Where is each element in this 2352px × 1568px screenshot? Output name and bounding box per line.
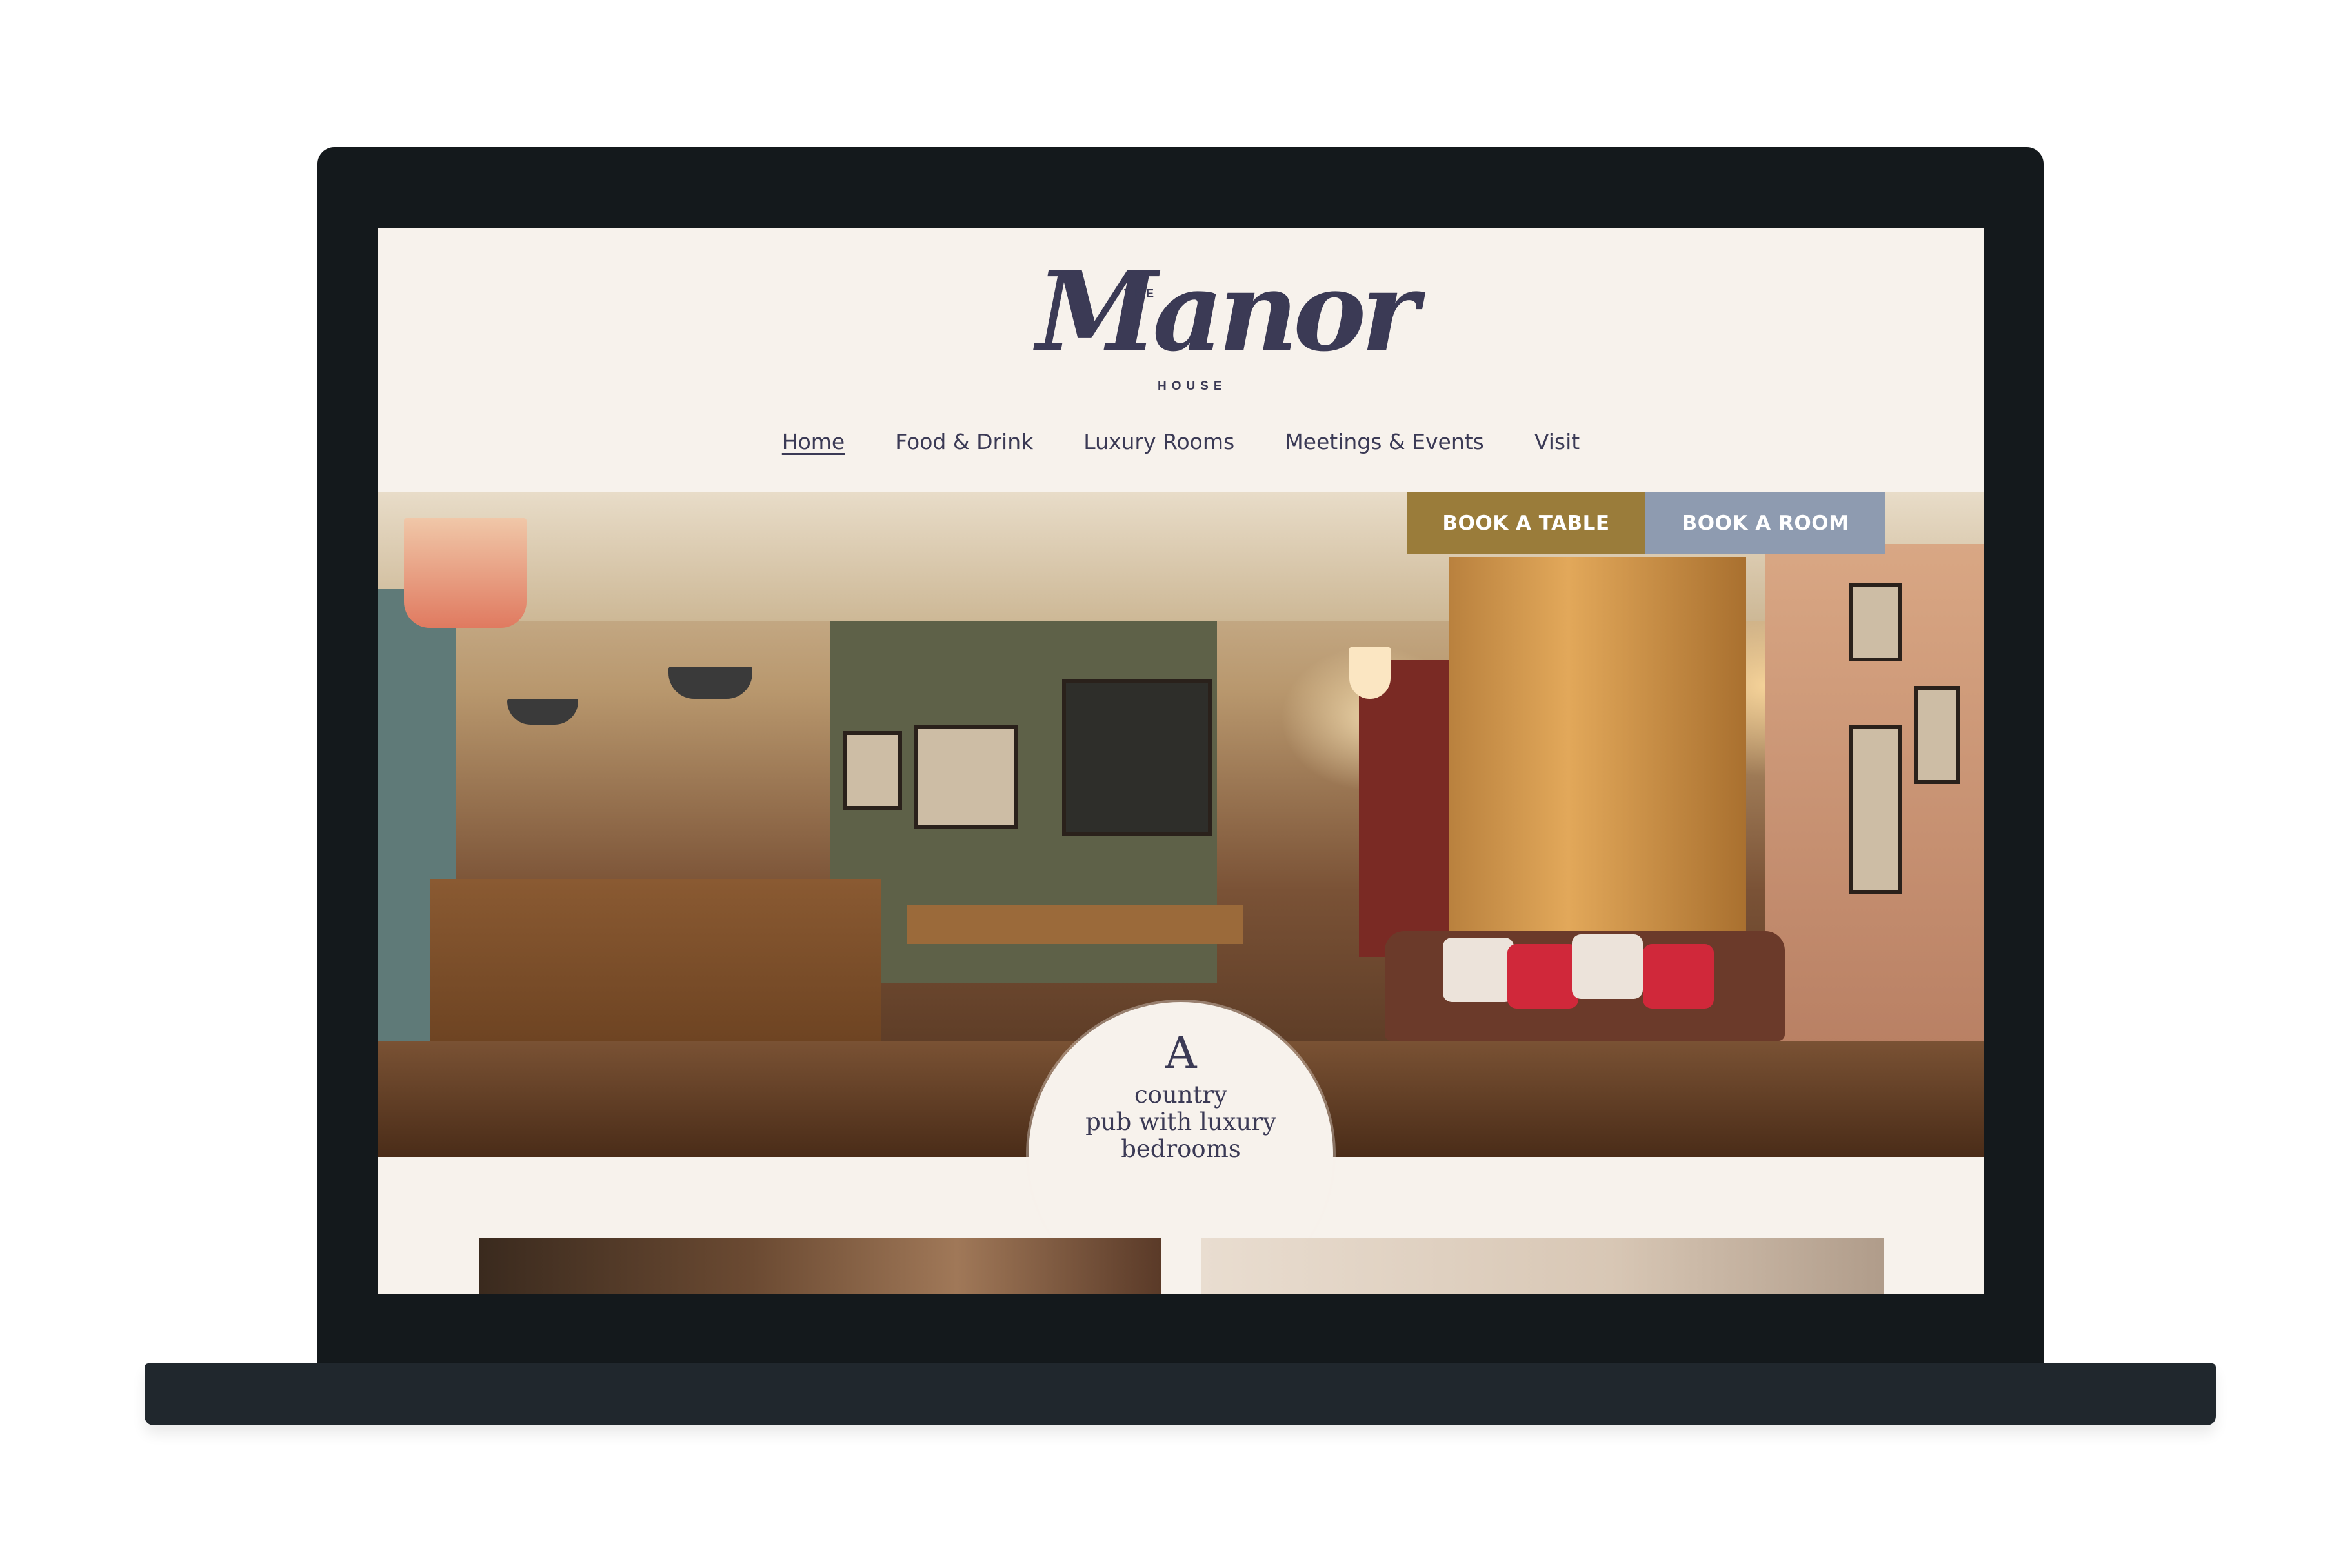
cushion — [1507, 944, 1578, 1009]
chalkboard — [1062, 679, 1212, 836]
main-navigation: Home Food & Drink Luxury Rooms Meetings … — [378, 429, 1984, 454]
pendant-lamp — [1349, 647, 1391, 699]
wall-lamp — [404, 518, 527, 628]
mirror-frame — [914, 725, 1018, 829]
cushion — [1643, 944, 1714, 1009]
logo-the: THE — [1124, 287, 1157, 300]
website-screen: Manor THE HOUSE Home Food & Drink Luxury… — [378, 228, 1984, 1294]
manor-house-logo[interactable]: Manor THE HOUSE — [1036, 257, 1419, 431]
tagline-bedrooms: bedrooms — [1121, 1135, 1241, 1163]
picture-frame — [843, 731, 902, 810]
high-table — [907, 905, 1243, 944]
logo-house: HOUSE — [1158, 379, 1227, 393]
rooms-thumbnail[interactable] — [1201, 1238, 1884, 1294]
book-room-button[interactable]: BOOK A ROOM — [1645, 492, 1885, 554]
picture-frame — [1914, 686, 1960, 784]
leather-sofa — [1385, 931, 1785, 1041]
nav-luxury-rooms[interactable]: Luxury Rooms — [1083, 429, 1234, 454]
pendant-lamp — [507, 699, 578, 725]
tagline-a: A — [1165, 1028, 1197, 1079]
food-drink-thumbnail[interactable] — [479, 1238, 1161, 1294]
cushion — [1572, 934, 1643, 999]
laptop-base — [145, 1363, 2216, 1425]
tagline-pub: pub with luxury — [1085, 1108, 1276, 1136]
logo-wordmark: Manor — [1036, 247, 1419, 376]
pendant-lamp — [668, 667, 752, 699]
nav-food-drink[interactable]: Food & Drink — [895, 429, 1033, 454]
nav-meetings-events[interactable]: Meetings & Events — [1285, 429, 1484, 454]
picture-frame — [1849, 583, 1902, 661]
nav-visit[interactable]: Visit — [1534, 429, 1580, 454]
tagline-country: country — [1134, 1081, 1228, 1109]
picture-frame — [1849, 725, 1902, 894]
nav-home[interactable]: Home — [782, 429, 845, 454]
book-table-button[interactable]: BOOK A TABLE — [1407, 492, 1645, 554]
cushion — [1443, 938, 1514, 1002]
